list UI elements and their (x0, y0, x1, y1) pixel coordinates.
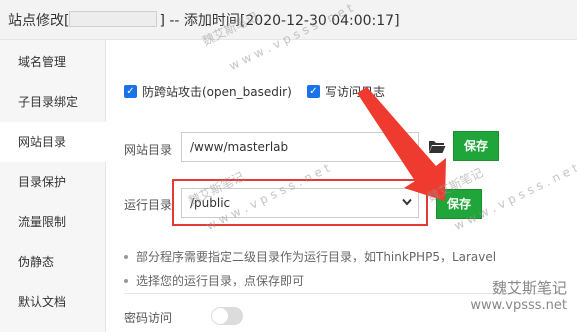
corner-watermark-url: www.vpsss.net (470, 298, 567, 313)
annotation-arrow (357, 87, 446, 201)
corner-watermark-name: 魏艾斯笔记 (491, 279, 567, 297)
